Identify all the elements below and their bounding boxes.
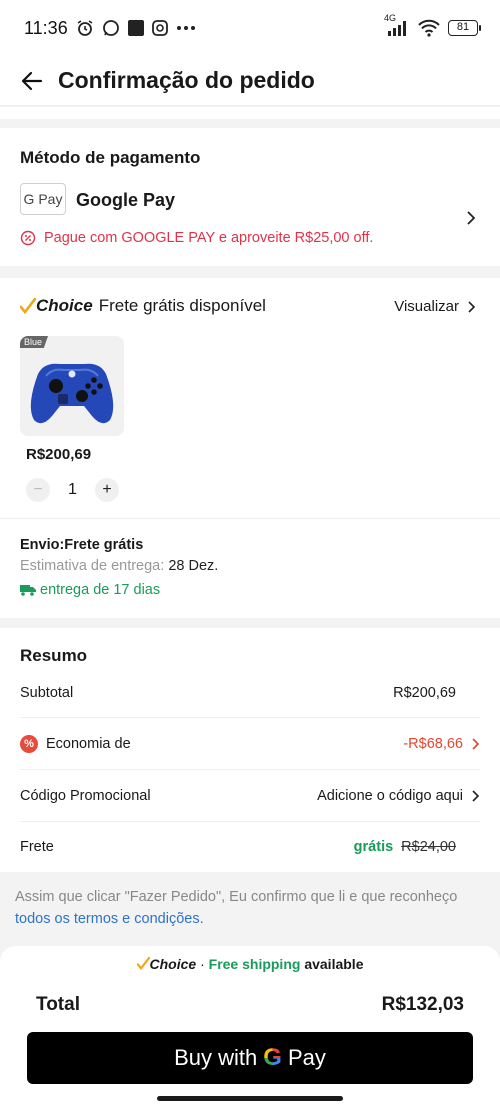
- checkout-bar: Choice · Free shipping available Total R…: [0, 946, 500, 1111]
- google-pay-logo: G Pay: [20, 183, 66, 215]
- delivery-text: entrega de 17 dias: [40, 582, 161, 598]
- subtotal-value: R$200,69: [393, 685, 456, 701]
- status-time: 11:36: [24, 17, 68, 38]
- header-spacer: [0, 107, 500, 119]
- available-text: available: [300, 956, 364, 972]
- free-shipping-available: Frete grátis disponível: [98, 296, 266, 315]
- choice-brand: Choice: [36, 296, 93, 315]
- page-header: Confirmação do pedido: [0, 56, 500, 106]
- eta-label: Estimativa de entrega:: [20, 558, 165, 574]
- terms-end: .: [199, 911, 204, 927]
- savings-value: -R$68,66: [403, 736, 480, 752]
- alarm-icon: [77, 20, 93, 36]
- chevron-right-icon: [472, 738, 480, 750]
- shipping-row: Frete grátis R$24,00: [20, 822, 480, 872]
- payment-promo: Pague com GOOGLE PAY e aproveite R$25,00…: [20, 230, 373, 246]
- shipping-free: grátis: [353, 839, 394, 855]
- back-arrow-icon[interactable]: [20, 69, 44, 93]
- promo-code-label: Código Promocional: [20, 788, 151, 804]
- increase-quantity-button[interactable]: +: [95, 478, 119, 502]
- choice-brand: Choice: [149, 956, 197, 972]
- choice-free-shipping-banner: Choice · Free shipping available: [0, 956, 500, 972]
- shipping-old-price: R$24,00: [401, 839, 456, 855]
- divider: [20, 769, 480, 770]
- quantity-stepper: − 1 +: [26, 478, 119, 502]
- view-label: Visualizar: [394, 298, 459, 315]
- quantity-value: 1: [68, 481, 77, 498]
- product-price: R$200,69: [26, 446, 92, 463]
- eta-date: 28 Dez.: [168, 558, 219, 574]
- battery-icon: 81: [448, 20, 481, 36]
- buy-with-google-pay-button[interactable]: Buy with G Pay: [27, 1032, 473, 1084]
- truck-icon: [20, 585, 36, 596]
- shipping-label: Frete: [20, 839, 54, 855]
- view-items-link[interactable]: Visualizar: [394, 298, 476, 315]
- chevron-right-icon[interactable]: [466, 210, 476, 226]
- more-notifications-icon: [176, 26, 195, 30]
- savings-row[interactable]: % Economia de -R$68,66: [20, 719, 480, 769]
- total-label: Total: [36, 994, 80, 1015]
- divider: [20, 717, 480, 718]
- savings-amount: -R$68,66: [403, 736, 463, 752]
- whatsapp-icon: [102, 20, 119, 36]
- choice-check-icon: [20, 298, 36, 314]
- payment-method-name: Google Pay: [76, 190, 176, 210]
- chevron-right-icon: [468, 300, 476, 313]
- promo-text: Pague com GOOGLE PAY e aproveite R$25,00…: [44, 230, 374, 246]
- chevron-right-icon: [472, 790, 480, 802]
- choice-check-icon: [136, 956, 150, 971]
- terms-text: Assim que clicar "Fazer Pedido", Eu conf…: [15, 889, 458, 905]
- shipping-value: grátis R$24,00: [354, 839, 456, 855]
- delivery-estimate: Estimativa de entrega: 28 Dez.: [20, 558, 218, 574]
- promo-code-value: Adicione o código aqui: [317, 788, 480, 804]
- divider: [0, 518, 500, 519]
- payment-method-card[interactable]: Método de pagamento G Pay Google Pay Pag…: [0, 128, 500, 266]
- add-promo-code-text: Adicione o código aqui: [317, 788, 463, 804]
- order-card: Choice Frete grátis disponível Visualiza…: [0, 278, 500, 618]
- notification-icons: [76, 19, 196, 37]
- promo-code-row[interactable]: Código Promocional Adicione o código aqu…: [20, 771, 480, 821]
- payment-section-title: Método de pagamento: [20, 148, 201, 167]
- discount-icon: %: [20, 735, 38, 753]
- terms-link[interactable]: todos os termos e condições: [15, 911, 200, 927]
- wifi-icon: [418, 19, 440, 37]
- buy-label: Buy with: [174, 1045, 258, 1070]
- summary-title: Resumo: [20, 646, 88, 665]
- discount-icon: [20, 230, 36, 246]
- choice-shipping-row: Choice Frete grátis disponível: [20, 296, 266, 316]
- summary-card: Resumo Subtotal R$200,69 % Economia de -…: [0, 628, 500, 872]
- system-icons: 4G 81: [384, 13, 481, 37]
- page-title: Confirmação do pedido: [58, 67, 315, 93]
- subtotal-label: Subtotal: [20, 685, 74, 701]
- product-image[interactable]: Blue: [20, 336, 124, 436]
- decrease-quantity-button[interactable]: −: [26, 478, 50, 502]
- google-g-icon: G: [263, 1044, 282, 1071]
- signal-icon: 4G: [384, 13, 410, 37]
- free-shipping-text: Free shipping: [208, 956, 301, 972]
- google-pay-logo-text: G Pay: [23, 191, 63, 207]
- app-notification-icon: [127, 20, 144, 36]
- pay-label: Pay: [287, 1045, 326, 1070]
- delivery-time: entrega de 17 dias: [20, 582, 160, 598]
- shipping-title: Envio:Frete grátis: [20, 537, 144, 553]
- total-value: R$132,03: [381, 994, 464, 1015]
- controller-image: [30, 363, 114, 424]
- total-row: Total R$132,03: [36, 994, 464, 1016]
- home-indicator[interactable]: [157, 1096, 343, 1101]
- status-bar: 11:36 4G 81: [0, 0, 500, 56]
- instagram-icon: [151, 20, 168, 36]
- subtotal-row: Subtotal R$200,69: [20, 668, 480, 718]
- savings-label: Economia de: [46, 736, 131, 752]
- separator: ·: [196, 956, 209, 972]
- terms-notice: Assim que clicar "Fazer Pedido", Eu conf…: [15, 886, 485, 930]
- variant-tag: Blue: [20, 336, 49, 348]
